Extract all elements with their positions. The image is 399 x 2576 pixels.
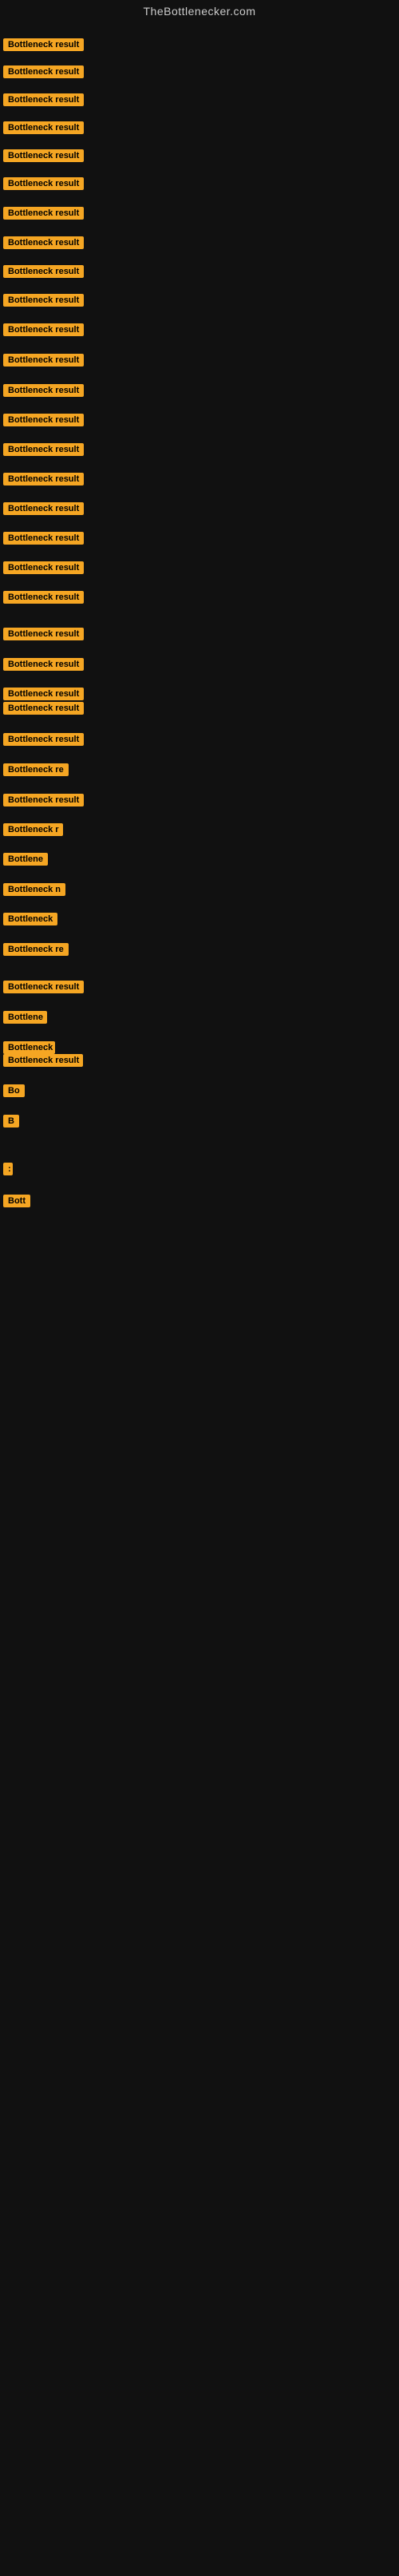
bottleneck-badge-2[interactable]: Bottleneck result — [3, 65, 84, 78]
bottleneck-row-18: Bottleneck result — [3, 532, 84, 549]
bottleneck-badge-9[interactable]: Bottleneck result — [3, 265, 84, 278]
bottleneck-row-14: Bottleneck result — [3, 414, 84, 430]
bottleneck-badge-32[interactable]: Bottleneck re — [3, 943, 69, 956]
bottleneck-row-30: Bottleneck n — [3, 883, 65, 900]
bottleneck-badge-37[interactable]: Bo — [3, 1084, 25, 1097]
bottleneck-badge-26[interactable]: Bottleneck re — [3, 763, 69, 776]
bottleneck-row-9: Bottleneck result — [3, 265, 84, 282]
bottleneck-row-27: Bottleneck result — [3, 794, 84, 810]
bottleneck-badge-13[interactable]: Bottleneck result — [3, 384, 84, 397]
bottleneck-badge-34[interactable]: Bottlene — [3, 1011, 47, 1024]
bottleneck-row-39: : — [3, 1163, 13, 1179]
bottleneck-badge-21[interactable]: Bottleneck result — [3, 628, 84, 640]
bottleneck-badge-12[interactable]: Bottleneck result — [3, 354, 84, 367]
bottleneck-row-40: Bott — [3, 1195, 30, 1211]
bottleneck-badge-14[interactable]: Bottleneck result — [3, 414, 84, 426]
bottleneck-row-38: B — [3, 1115, 19, 1131]
bottleneck-row-28: Bottleneck r — [3, 823, 63, 840]
bottleneck-row-6: Bottleneck result — [3, 177, 84, 194]
bottleneck-badge-4[interactable]: Bottleneck result — [3, 121, 84, 134]
bottleneck-row-37: Bo — [3, 1084, 25, 1101]
bottleneck-row-12: Bottleneck result — [3, 354, 84, 371]
bottleneck-badge-39[interactable]: : — [3, 1163, 13, 1175]
bottleneck-row-22: Bottleneck result — [3, 658, 84, 675]
bottleneck-row-25: Bottleneck result — [3, 733, 84, 750]
site-title: TheBottlenecker.com — [0, 0, 399, 21]
bottleneck-row-32: Bottleneck re — [3, 943, 69, 960]
bottleneck-badge-17[interactable]: Bottleneck result — [3, 502, 84, 515]
bottleneck-row-3: Bottleneck result — [3, 93, 84, 110]
bottleneck-badge-15[interactable]: Bottleneck result — [3, 443, 84, 456]
bottleneck-badge-7[interactable]: Bottleneck result — [3, 207, 84, 220]
bottleneck-row-13: Bottleneck result — [3, 384, 84, 401]
bottleneck-row-31: Bottleneck — [3, 913, 57, 929]
bottleneck-badge-8[interactable]: Bottleneck result — [3, 236, 84, 249]
bottleneck-badge-5[interactable]: Bottleneck result — [3, 149, 84, 162]
bottleneck-row-8: Bottleneck result — [3, 236, 84, 253]
bottleneck-badge-28[interactable]: Bottleneck r — [3, 823, 63, 836]
bottleneck-row-16: Bottleneck result — [3, 473, 84, 489]
bottleneck-row-7: Bottleneck result — [3, 207, 84, 224]
bottleneck-badge-29[interactable]: Bottlene — [3, 853, 48, 866]
bottleneck-row-36: Bottleneck result — [3, 1054, 83, 1071]
bottleneck-badge-40[interactable]: Bott — [3, 1195, 30, 1207]
bottleneck-badge-19[interactable]: Bottleneck result — [3, 561, 84, 574]
bottleneck-badge-25[interactable]: Bottleneck result — [3, 733, 84, 746]
bottleneck-badge-3[interactable]: Bottleneck result — [3, 93, 84, 106]
bottleneck-row-17: Bottleneck result — [3, 502, 84, 519]
bottleneck-row-15: Bottleneck result — [3, 443, 84, 460]
bottleneck-row-1: Bottleneck result — [3, 38, 84, 55]
bottleneck-badge-11[interactable]: Bottleneck result — [3, 323, 84, 336]
bottleneck-badge-16[interactable]: Bottleneck result — [3, 473, 84, 485]
bottleneck-row-29: Bottlene — [3, 853, 48, 870]
bottleneck-badge-36[interactable]: Bottleneck result — [3, 1054, 83, 1067]
bottleneck-badge-10[interactable]: Bottleneck result — [3, 294, 84, 307]
bottleneck-row-2: Bottleneck result — [3, 65, 84, 82]
bottleneck-row-10: Bottleneck result — [3, 294, 84, 311]
bottleneck-row-5: Bottleneck result — [3, 149, 84, 166]
bottleneck-badge-20[interactable]: Bottleneck result — [3, 591, 84, 604]
bottleneck-row-21: Bottleneck result — [3, 628, 84, 644]
bottleneck-badge-33[interactable]: Bottleneck result — [3, 981, 84, 993]
bottleneck-badge-35[interactable]: Bottleneck — [3, 1041, 55, 1054]
bottleneck-row-33: Bottleneck result — [3, 981, 84, 997]
bottleneck-row-11: Bottleneck result — [3, 323, 84, 340]
bottleneck-badge-6[interactable]: Bottleneck result — [3, 177, 84, 190]
bottleneck-badge-1[interactable]: Bottleneck result — [3, 38, 84, 51]
bottleneck-badge-22[interactable]: Bottleneck result — [3, 658, 84, 671]
bottleneck-badge-31[interactable]: Bottleneck — [3, 913, 57, 925]
bottleneck-row-34: Bottlene — [3, 1011, 47, 1028]
bottleneck-badge-23[interactable]: Bottleneck result — [3, 688, 84, 700]
bottleneck-row-4: Bottleneck result — [3, 121, 84, 138]
bottleneck-badge-27[interactable]: Bottleneck result — [3, 794, 84, 806]
bottleneck-badge-24[interactable]: Bottleneck result — [3, 702, 84, 715]
bottleneck-row-20: Bottleneck result — [3, 591, 84, 608]
bottleneck-badge-38[interactable]: B — [3, 1115, 19, 1127]
bottleneck-row-19: Bottleneck result — [3, 561, 84, 578]
bottleneck-badge-18[interactable]: Bottleneck result — [3, 532, 84, 545]
bottleneck-badge-30[interactable]: Bottleneck n — [3, 883, 65, 896]
bottleneck-row-24: Bottleneck result — [3, 702, 84, 719]
bottleneck-row-26: Bottleneck re — [3, 763, 69, 780]
